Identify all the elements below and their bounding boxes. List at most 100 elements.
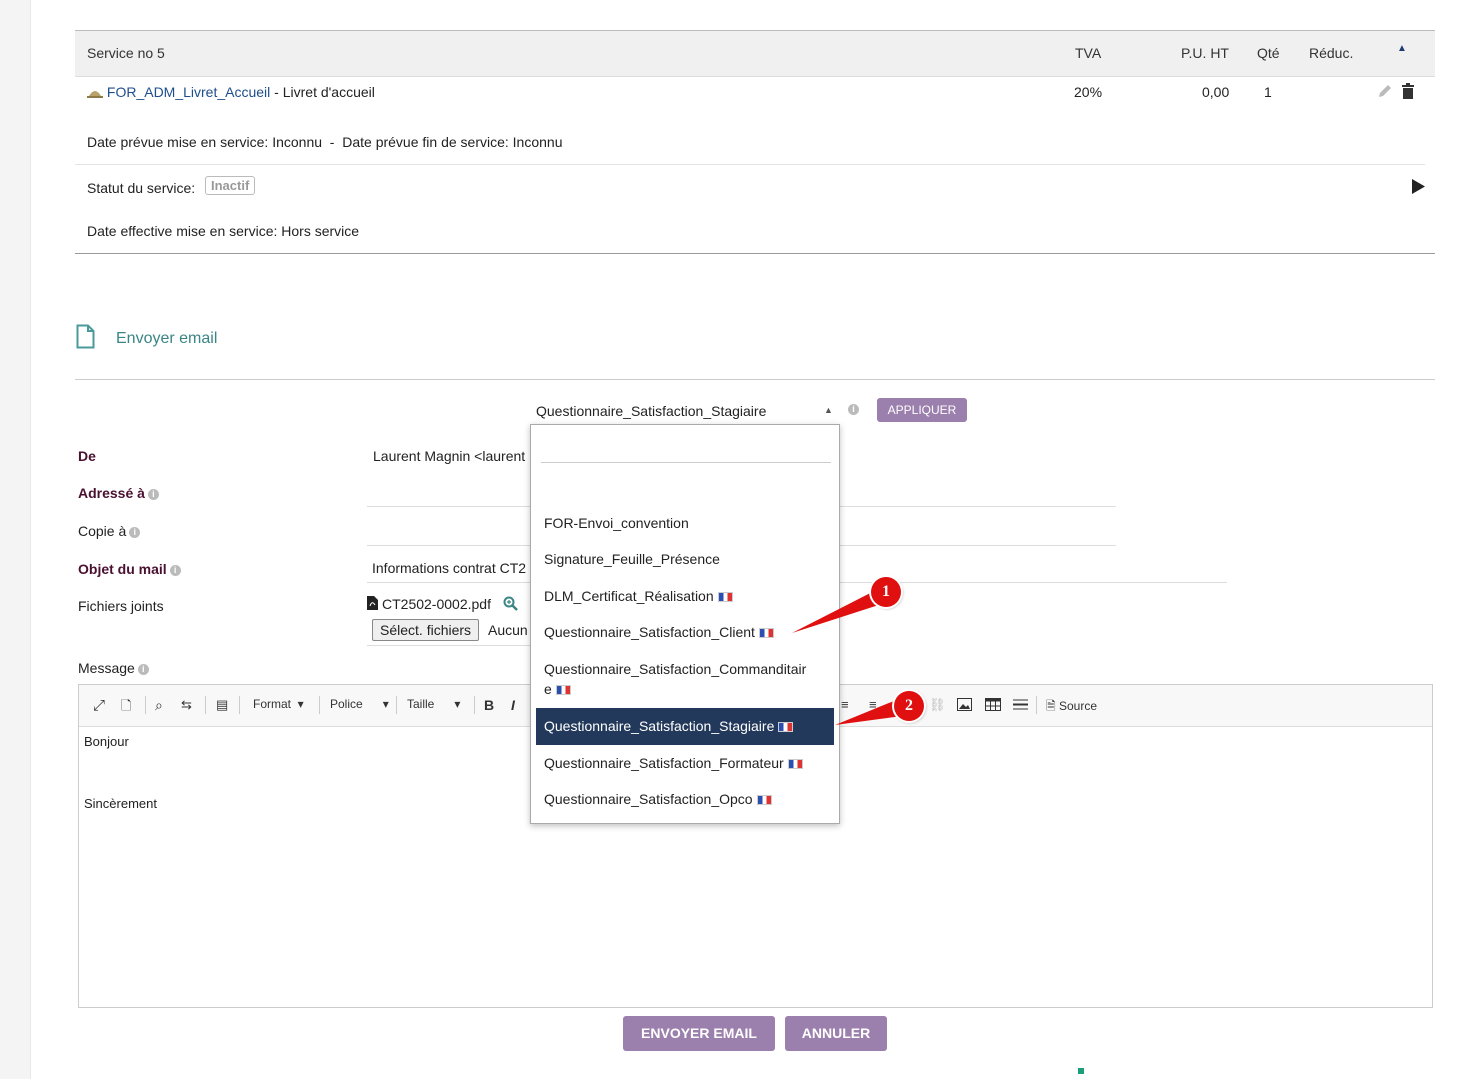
subject-label: Objet du mail i <box>78 561 181 577</box>
option-label: Questionnaire_Satisfaction_Formateur <box>544 755 784 771</box>
col-tva: TVA <box>1075 45 1102 61</box>
callout-badge-1: 1 <box>871 577 901 607</box>
subject-label-text: Objet du mail <box>78 561 167 577</box>
section-divider <box>75 379 1435 380</box>
source-label: Source <box>1059 699 1098 713</box>
cc-label: Copie ài <box>78 523 141 539</box>
left-gutter <box>0 0 31 1079</box>
french-flag-icon <box>787 759 803 769</box>
toolbar-separator <box>474 696 475 714</box>
horizontal-line-icon[interactable] <box>1013 698 1028 712</box>
attachments-label: Fichiers joints <box>78 598 164 614</box>
french-flag-icon <box>756 795 772 805</box>
french-flag-icon <box>717 592 733 602</box>
to-label-text: Adressé à <box>78 485 145 501</box>
option-label: Questionnaire_Satisfaction_Stagiaire <box>544 718 775 734</box>
select-all-icon[interactable]: ▤ <box>216 697 228 713</box>
dropdown-option[interactable]: Questionnaire_Satisfaction_Formateur <box>536 753 834 773</box>
service-effective-date: Date effective mise en service: Hors ser… <box>87 223 360 239</box>
french-flag-icon <box>555 685 571 695</box>
sort-up-icon[interactable]: ▲ <box>1397 43 1407 54</box>
service-table-header: Service no 5 TVA P.U. HT Qté Réduc. ▲ <box>75 30 1435 77</box>
message-label: Message i <box>78 660 149 676</box>
col-reduc: Réduc. <box>1309 45 1354 61</box>
french-flag-icon <box>758 628 774 638</box>
info-icon: i <box>147 488 159 500</box>
callout-badge-2: 2 <box>894 691 924 721</box>
play-icon[interactable] <box>1412 179 1425 194</box>
font-dropdown[interactable]: Police ▾ <box>330 697 389 711</box>
service-code-link[interactable]: FOR_ADM_Livret_Accueil <box>107 84 270 100</box>
preview-icon[interactable]: 🗋 <box>121 697 131 719</box>
option-label: Questionnaire_Satisfaction_Opco <box>544 791 753 807</box>
service-title: Service no 5 <box>87 45 165 61</box>
service-divider <box>75 164 1425 165</box>
edit-pencil-icon[interactable] <box>1377 84 1392 99</box>
toolbar-separator <box>1036 696 1037 714</box>
subject-input[interactable]: Informations contrat CT2 <box>372 560 526 576</box>
service-qty-value: 1 <box>1264 84 1272 100</box>
option-label: Questionnaire_Satisfaction_Client <box>544 624 755 640</box>
service-planned-dates: Date prévue mise en service: Inconnu - D… <box>87 134 563 150</box>
send-email-button[interactable]: ENVOYER EMAIL <box>623 1016 775 1051</box>
toolbar-separator <box>145 696 146 714</box>
status-dot <box>1078 1068 1084 1074</box>
source-icon: 🗎 <box>1046 699 1056 713</box>
find-icon[interactable]: ⌕ <box>155 697 163 714</box>
to-label: Adressé ài <box>78 485 159 501</box>
size-dropdown[interactable]: Taille ▾ <box>407 697 460 711</box>
table-icon[interactable] <box>985 698 1001 711</box>
format-dropdown[interactable]: Format ▾ <box>253 697 304 711</box>
info-icon: i <box>137 663 149 675</box>
bold-button[interactable]: B <box>484 697 494 713</box>
status-badge: Inactif <box>205 176 256 195</box>
message-line-greeting: Bonjour <box>84 734 129 749</box>
size-label: Taille <box>407 697 435 711</box>
service-status-label: Statut du service: <box>87 180 196 196</box>
from-label: De <box>78 448 96 464</box>
dropdown-option[interactable]: Questionnaire_Satisfaction_Opco <box>536 789 834 809</box>
dropdown-option[interactable]: FOR-Envoi_convention <box>536 513 834 533</box>
from-value: Laurent Magnin <laurent <box>373 448 526 464</box>
service-bell-icon <box>87 91 103 98</box>
select-files-button[interactable]: Sélect. fichiers <box>372 619 480 641</box>
zoom-icon[interactable] <box>503 596 519 612</box>
message-label-text: Message <box>78 660 135 676</box>
italic-button[interactable]: I <box>511 697 515 713</box>
pdf-file-icon <box>367 596 378 610</box>
dropdown-option[interactable]: Signature_Feuille_Présence <box>536 549 834 569</box>
no-file-text: Aucun <box>488 622 528 638</box>
unlink-icon[interactable]: ⛓ <box>929 697 946 713</box>
attachments-underline <box>367 645 532 646</box>
toolbar-separator <box>319 696 320 714</box>
replace-icon[interactable]: ⇆ <box>181 697 192 713</box>
col-qte: Qté <box>1257 45 1280 61</box>
toolbar-separator <box>205 696 206 714</box>
toolbar-separator <box>239 696 240 714</box>
service-tva-value: 20% <box>1074 84 1103 100</box>
info-icon: i <box>129 526 141 538</box>
info-icon: i <box>169 564 181 576</box>
maximize-icon[interactable]: ⤢ <box>93 697 105 714</box>
delete-trash-icon[interactable] <box>1401 83 1415 99</box>
template-select[interactable]: Questionnaire_Satisfaction_Stagiaire <box>536 403 766 419</box>
image-icon[interactable] <box>957 698 972 711</box>
message-line-closing: Sincèrement <box>84 796 157 811</box>
toolbar-separator <box>396 696 397 714</box>
option-label: FOR-Envoi_convention <box>544 515 689 531</box>
attachment-filename[interactable]: CT2502-0002.pdf <box>382 596 491 612</box>
service-description: - Livret d'accueil <box>270 84 375 100</box>
service-table-bottom <box>75 253 1435 254</box>
document-icon <box>76 324 95 349</box>
source-button[interactable]: 🗎 Source <box>1046 697 1097 718</box>
option-label: Signature_Feuille_Présence <box>544 551 720 567</box>
font-label: Police <box>330 697 363 711</box>
info-icon: i <box>848 404 859 415</box>
caret-up-icon[interactable]: ▲ <box>824 405 833 415</box>
cancel-button[interactable]: ANNULER <box>785 1016 887 1051</box>
format-label: Format <box>253 697 292 711</box>
cc-label-text: Copie à <box>78 523 127 539</box>
apply-button[interactable]: APPLIQUER <box>877 398 967 422</box>
col-pu-ht: P.U. HT <box>1181 45 1229 61</box>
dropdown-search-input[interactable] <box>541 462 831 463</box>
